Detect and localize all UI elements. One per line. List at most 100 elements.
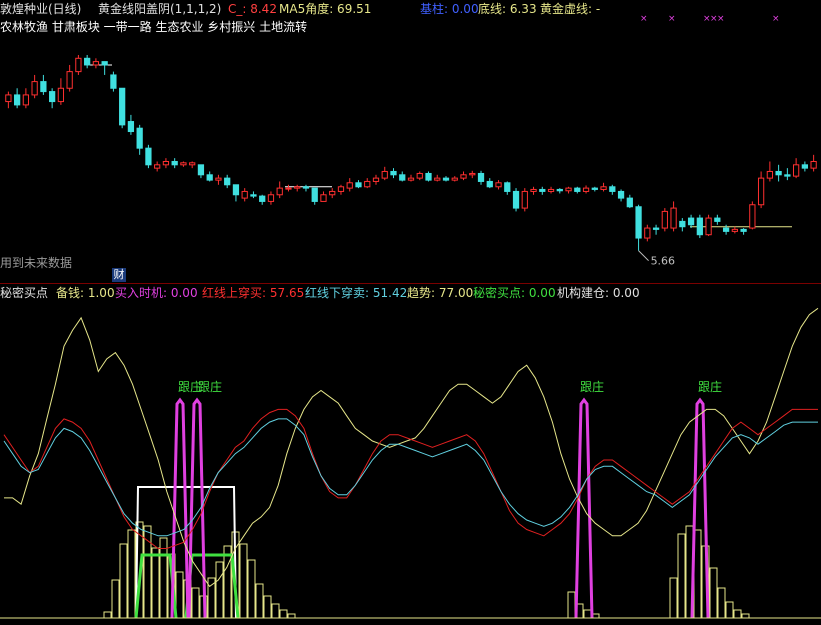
- histogram-bar: [669, 577, 678, 619]
- candle-body: [582, 187, 590, 192]
- signal-x-marker: ×: [640, 14, 648, 24]
- candle-body: [285, 187, 292, 190]
- candle-body: [136, 127, 143, 149]
- histogram-bar: [741, 613, 750, 619]
- candle-body: [486, 180, 493, 188]
- histogram-bar: [191, 587, 200, 619]
- candle-body: [434, 177, 441, 181]
- candle-body: [14, 94, 21, 106]
- candle-body: [127, 121, 135, 133]
- histogram-bar: [287, 613, 296, 619]
- candle-body: [609, 186, 616, 192]
- candle-body: [372, 177, 380, 182]
- candle-body: [180, 162, 187, 166]
- candle-body: [276, 187, 283, 196]
- candle-body: [92, 61, 100, 66]
- candle-body: [460, 174, 467, 179]
- histogram-bar: [271, 603, 280, 619]
- histogram-bar: [255, 583, 264, 619]
- candle-body: [381, 170, 388, 179]
- histogram-bar: [215, 561, 224, 619]
- chart-window: { "top_header": { "stock": "敦煌种业(日线)", "…: [0, 0, 821, 625]
- candle-body: [189, 162, 196, 166]
- candle-body: [337, 186, 345, 192]
- histogram-bar: [677, 533, 686, 619]
- signal-x-marker: ×: [717, 14, 725, 24]
- candle-body: [547, 188, 555, 192]
- histogram-bar: [263, 595, 272, 619]
- candle-body: [311, 187, 318, 202]
- candle-body: [530, 188, 537, 192]
- mimi-box: [134, 553, 178, 619]
- candle-body: [801, 164, 808, 169]
- histogram-bar: [279, 609, 288, 619]
- candle-body: [355, 182, 362, 188]
- candle-body: [714, 217, 721, 222]
- candle-body: [5, 94, 12, 103]
- candle-body: [512, 190, 520, 209]
- signal-label: 跟庄: [698, 379, 722, 394]
- candle-body: [241, 190, 248, 199]
- candle-body: [224, 177, 231, 186]
- candle-body: [259, 195, 266, 202]
- candle-body: [661, 210, 668, 229]
- histogram-bar: [159, 537, 168, 619]
- candle-body: [66, 71, 73, 89]
- candle-body: [302, 186, 310, 189]
- candle-body: [687, 217, 695, 226]
- candle-body: [346, 182, 353, 189]
- candle-body: [329, 190, 336, 196]
- candle-body: [215, 177, 222, 181]
- candle-body: [119, 87, 126, 126]
- histogram-bar: [151, 547, 160, 619]
- candle-body: [539, 188, 546, 192]
- candle-body: [267, 194, 275, 202]
- candle-body: [154, 164, 161, 169]
- candle-body: [600, 186, 607, 190]
- signal-label: 跟庄: [580, 379, 604, 394]
- candle-body: [757, 177, 765, 206]
- candle-body: [40, 81, 47, 93]
- candle-body: [810, 160, 817, 169]
- candle-body: [775, 170, 782, 176]
- candle-body: [617, 190, 625, 199]
- mimi-box: [184, 553, 240, 619]
- candle-body: [504, 182, 511, 192]
- candle-body: [477, 172, 485, 182]
- candle-body: [250, 194, 257, 197]
- candle-body: [565, 187, 572, 192]
- signal-x-marker: ×: [668, 14, 676, 24]
- histogram-bar: [733, 609, 742, 619]
- histogram-bar: [567, 591, 576, 619]
- histogram-bar: [583, 609, 592, 619]
- candle-body: [670, 207, 677, 229]
- candle-body: [22, 94, 30, 106]
- candle-body: [320, 194, 327, 202]
- candle-body: [294, 186, 301, 189]
- histogram-bar: [239, 543, 248, 619]
- histogram-bar: [119, 543, 128, 619]
- candle-body: [171, 160, 178, 166]
- histogram-bar: [207, 577, 216, 619]
- candle-body: [722, 227, 730, 232]
- candle-body: [206, 174, 213, 181]
- candle-body: [521, 190, 528, 209]
- candle-body: [495, 182, 502, 188]
- histogram-bar: [111, 579, 120, 619]
- magenta-spike: [170, 397, 190, 619]
- low-price-label: 5.66: [651, 255, 676, 268]
- candle-body: [407, 177, 415, 181]
- histogram-bar: [175, 571, 184, 619]
- low-marker-line: [638, 250, 649, 262]
- candle-body: [740, 228, 747, 232]
- price-chart: 5.66× × × × × ×: [5, 14, 817, 268]
- candle-body: [696, 217, 703, 236]
- candle-body: [442, 177, 450, 181]
- signal-x-marker: ×: [772, 14, 780, 24]
- histogram-bar: [247, 559, 256, 619]
- signal-label: 跟庄: [198, 379, 222, 394]
- candle-body: [416, 172, 423, 179]
- histogram-bar: [103, 611, 112, 619]
- candle-body: [749, 204, 756, 229]
- histogram-bar: [223, 545, 232, 619]
